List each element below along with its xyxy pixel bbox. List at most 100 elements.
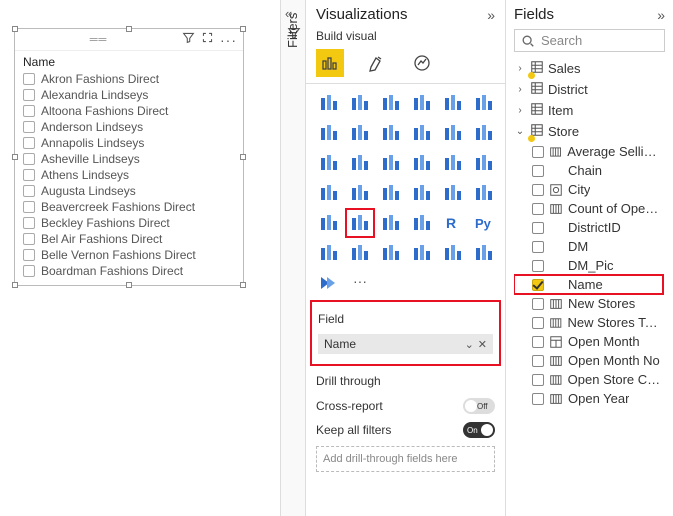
viz-paginated[interactable] <box>440 240 466 266</box>
slicer-item[interactable]: Annapolis Lindseys <box>23 135 235 151</box>
checkbox[interactable] <box>532 374 544 386</box>
checkbox[interactable] <box>23 249 35 261</box>
viz-area[interactable] <box>347 120 373 146</box>
slicer-item[interactable]: Akron Fashions Direct <box>23 71 235 87</box>
viz-line[interactable] <box>316 120 342 146</box>
slicer-item[interactable]: Beavercreek Fashions Direct <box>23 199 235 215</box>
table-item[interactable]: ›Item <box>514 100 663 121</box>
checkbox[interactable] <box>532 241 544 253</box>
collapse-viz-pane-icon[interactable]: » <box>487 7 495 23</box>
slicer-visual[interactable]: ══ ··· Name Akron Fashions DirectAlexand… <box>14 28 244 286</box>
field-open-store-co-[interactable]: Open Store Co... <box>514 370 663 389</box>
resize-handle[interactable] <box>126 282 132 288</box>
viz-donut[interactable] <box>440 150 466 176</box>
viz-stacked-column[interactable] <box>347 90 373 116</box>
remove-field-icon[interactable]: ✕ <box>478 338 487 351</box>
checkbox[interactable] <box>23 153 35 165</box>
checkbox[interactable] <box>23 265 35 277</box>
checkbox[interactable] <box>23 73 35 85</box>
chevron-down-icon[interactable]: ⌄ <box>465 338 474 351</box>
checkbox[interactable] <box>23 233 35 245</box>
field-count-of-open-[interactable]: Count of Open... <box>514 199 663 218</box>
viz-power-apps[interactable] <box>471 240 497 266</box>
viz-clustered-column[interactable] <box>409 90 435 116</box>
slicer-item[interactable]: Belle Vernon Fashions Direct <box>23 247 235 263</box>
viz-power-automate[interactable] <box>316 270 342 296</box>
resize-handle[interactable] <box>12 282 18 288</box>
viz-qna[interactable] <box>378 240 404 266</box>
slicer-item[interactable]: Bel Air Fashions Direct <box>23 231 235 247</box>
chevron-right-icon[interactable]: › <box>514 105 526 116</box>
field-dm[interactable]: DM <box>514 237 663 256</box>
analytics-tab[interactable] <box>408 49 436 77</box>
viz-card[interactable] <box>440 180 466 206</box>
checkbox[interactable] <box>532 355 544 367</box>
table-sales[interactable]: ›Sales <box>514 58 663 79</box>
checkbox[interactable] <box>532 393 544 405</box>
viz-line-clustered-column[interactable] <box>440 120 466 146</box>
chevron-right-icon[interactable]: › <box>514 63 526 74</box>
checkbox[interactable] <box>532 184 544 196</box>
filters-pane-collapsed[interactable]: « Filters <box>280 0 306 516</box>
viz-pie[interactable] <box>409 150 435 176</box>
filter-icon[interactable] <box>182 31 195 49</box>
checkbox[interactable] <box>532 203 544 215</box>
field-chip-name[interactable]: Name ⌄ ✕ <box>318 334 493 354</box>
drag-grip-icon[interactable]: ══ <box>90 34 108 46</box>
chevron-down-icon[interactable]: ⌄ <box>514 126 526 137</box>
field-chain[interactable]: Chain <box>514 161 663 180</box>
viz-key-influencers[interactable] <box>316 240 342 266</box>
resize-handle[interactable] <box>240 26 246 32</box>
field-open-month[interactable]: Open Month <box>514 332 663 351</box>
field-open-month-no[interactable]: Open Month No <box>514 351 663 370</box>
format-visual-tab[interactable] <box>362 49 390 77</box>
resize-handle[interactable] <box>12 26 18 32</box>
field-city[interactable]: City <box>514 180 663 199</box>
slicer-item[interactable]: Asheville Lindseys <box>23 151 235 167</box>
fields-search-input[interactable]: Search <box>514 29 665 52</box>
checkbox[interactable] <box>23 201 35 213</box>
field-name[interactable]: Name <box>514 275 663 294</box>
more-options-icon[interactable]: ··· <box>220 33 237 47</box>
drill-through-drop-zone[interactable]: Add drill-through fields here <box>316 446 495 472</box>
table-district[interactable]: ›District <box>514 79 663 100</box>
checkbox[interactable] <box>532 165 544 177</box>
checkbox[interactable] <box>23 105 35 117</box>
viz-r-visual[interactable]: R <box>440 210 466 236</box>
viz-azure-map[interactable] <box>378 180 404 206</box>
slicer-item[interactable]: Augusta Lindseys <box>23 183 235 199</box>
checkbox[interactable] <box>23 121 35 133</box>
field-new-stores[interactable]: New Stores <box>514 294 663 313</box>
viz-100-stacked-column[interactable] <box>471 90 497 116</box>
viz-table[interactable] <box>378 210 404 236</box>
viz-waterfall[interactable] <box>316 150 342 176</box>
field-open-year[interactable]: Open Year <box>514 389 663 408</box>
chevron-right-icon[interactable]: › <box>514 84 526 95</box>
viz-python-visual[interactable]: Py <box>471 210 497 236</box>
viz-line-stacked-column[interactable] <box>409 120 435 146</box>
resize-handle[interactable] <box>12 154 18 160</box>
slicer-item[interactable]: Altoona Fashions Direct <box>23 103 235 119</box>
checkbox[interactable] <box>23 89 35 101</box>
resize-handle[interactable] <box>240 282 246 288</box>
table-store[interactable]: ⌄Store <box>514 121 663 142</box>
viz-funnel[interactable] <box>347 150 373 176</box>
checkbox[interactable] <box>532 298 544 310</box>
viz-decomposition-tree[interactable] <box>347 240 373 266</box>
slicer-item[interactable]: Anderson Lindseys <box>23 119 235 135</box>
viz-kpi[interactable] <box>316 210 342 236</box>
checkbox[interactable] <box>23 137 35 149</box>
slicer-item[interactable]: Boardman Fashions Direct <box>23 263 235 279</box>
viz-more-visuals[interactable]: ··· <box>347 270 373 296</box>
resize-handle[interactable] <box>126 26 132 32</box>
build-visual-tab[interactable] <box>316 49 344 77</box>
checkbox[interactable] <box>532 279 544 291</box>
resize-handle[interactable] <box>240 154 246 160</box>
checkbox[interactable] <box>532 222 544 234</box>
viz-narrative[interactable] <box>409 240 435 266</box>
viz-stacked-bar[interactable] <box>316 90 342 116</box>
slicer-item[interactable]: Beckley Fashions Direct <box>23 215 235 231</box>
viz-stacked-area[interactable] <box>378 120 404 146</box>
checkbox[interactable] <box>532 146 544 158</box>
checkbox[interactable] <box>532 260 544 272</box>
